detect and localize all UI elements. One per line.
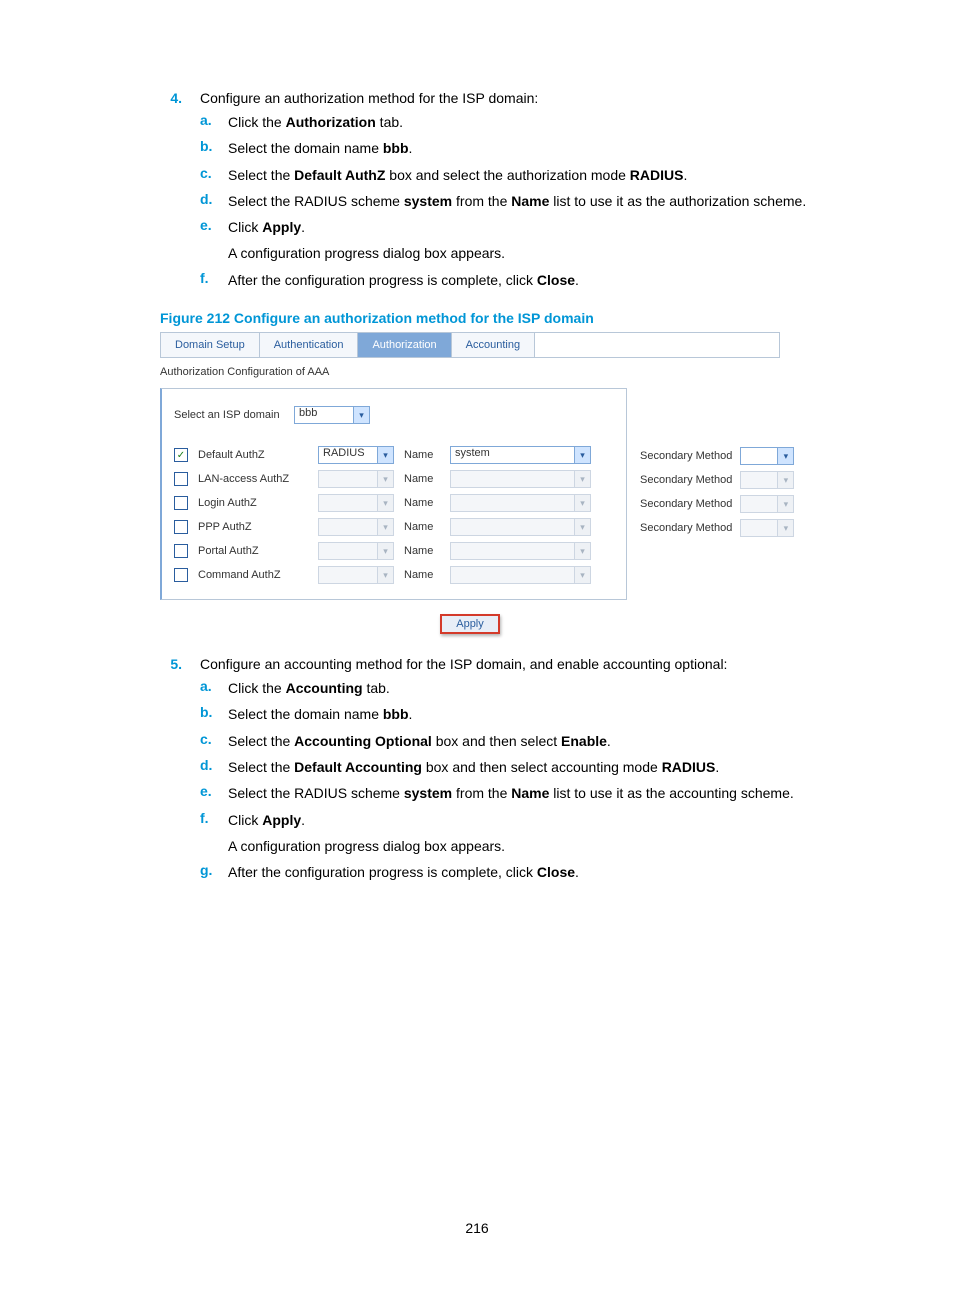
secondary-label-0: Secondary Method [640,450,732,462]
mode-select-2 [318,494,378,512]
authz-label-5: Command AuthZ [198,569,308,581]
name-select-0[interactable]: system [450,446,575,464]
subtitle: Authorization Configuration of AAA [160,366,780,378]
s5e: Select the RADIUS scheme system from the… [228,783,859,803]
s4a-m: a. [200,112,228,132]
name-select-3 [450,518,575,536]
s5g: After the configuration progress is comp… [228,862,859,882]
secondary-select-0[interactable] [740,447,778,465]
mode-select-3 [318,518,378,536]
s5b: Select the domain name bbb. [228,704,859,724]
tab-accounting[interactable]: Accounting [452,333,535,357]
chevron-down-icon: ▾ [575,518,591,536]
chevron-down-icon: ▾ [778,519,794,537]
tab-blank [535,333,779,357]
mode-select-0[interactable]: RADIUS [318,446,378,464]
name-label-4: Name [404,545,440,557]
chevron-down-icon: ▾ [378,566,394,584]
authz-label-1: LAN-access AuthZ [198,473,308,485]
secondary-select-3 [740,519,778,537]
chevron-down-icon: ▾ [575,470,591,488]
name-label-1: Name [404,473,440,485]
s5d-m: d. [200,757,228,777]
select-domain-label: Select an ISP domain [174,409,284,421]
chevron-down-icon: ▾ [378,470,394,488]
name-select-2 [450,494,575,512]
s5f: Click Apply. [228,810,859,830]
name-label-0: Name [404,449,440,461]
secondary-select-1 [740,471,778,489]
s4f-m: f. [200,270,228,290]
s5g-m: g. [200,862,228,882]
s4e: Click Apply. [228,217,859,237]
s4c: Select the Default AuthZ box and select … [228,165,859,185]
s4b-m: b. [200,138,228,158]
chevron-down-icon[interactable]: ▾ [354,406,370,424]
s4c-m: c. [200,165,228,185]
s5f-sub: A configuration progress dialog box appe… [200,836,859,856]
step-4-marker: 4. [95,90,200,296]
chevron-down-icon: ▾ [575,494,591,512]
chevron-down-icon: ▾ [378,542,394,560]
s5a-m: a. [200,678,228,698]
s4d: Select the RADIUS scheme system from the… [228,191,859,211]
checkbox-3[interactable] [174,520,188,534]
name-label-3: Name [404,521,440,533]
chevron-down-icon[interactable]: ▾ [575,446,591,464]
chevron-down-icon: ▾ [778,471,794,489]
s5c: Select the Accounting Optional box and t… [228,731,859,751]
secondary-select-2 [740,495,778,513]
s4e-sub: A configuration progress dialog box appe… [200,243,859,263]
checkbox-2[interactable] [174,496,188,510]
authz-label-4: Portal AuthZ [198,545,308,557]
authz-label-2: Login AuthZ [198,497,308,509]
mode-select-4 [318,542,378,560]
s5c-m: c. [200,731,228,751]
step-5-intro: Configure an accounting method for the I… [200,656,859,672]
s4f: After the configuration progress is comp… [228,270,859,290]
s5e-m: e. [200,783,228,803]
s4b: Select the domain name bbb. [228,138,859,158]
step-5-marker: 5. [95,656,200,888]
chevron-down-icon: ▾ [575,542,591,560]
checkbox-1[interactable] [174,472,188,486]
name-select-5 [450,566,575,584]
secondary-label-2: Secondary Method [640,498,732,510]
name-select-4 [450,542,575,560]
s4a: Click the Authorization tab. [228,112,859,132]
mode-select-1 [318,470,378,488]
apply-button[interactable]: Apply [440,614,500,634]
page-number: 216 [0,1220,954,1236]
checkbox-0[interactable] [174,448,188,462]
chevron-down-icon: ▾ [378,518,394,536]
name-label-5: Name [404,569,440,581]
s4d-m: d. [200,191,228,211]
figure-caption: Figure 212 Configure an authorization me… [160,310,859,326]
chevron-down-icon[interactable]: ▾ [378,446,394,464]
authz-label-0: Default AuthZ [198,449,308,461]
step-4-intro: Configure an authorization method for th… [200,90,859,106]
chevron-down-icon: ▾ [778,495,794,513]
name-select-1 [450,470,575,488]
mode-select-5 [318,566,378,584]
name-label-2: Name [404,497,440,509]
checkbox-5[interactable] [174,568,188,582]
secondary-label-3: Secondary Method [640,522,732,534]
screenshot: Domain Setup Authentication Authorizatio… [160,332,780,634]
s5a: Click the Accounting tab. [228,678,859,698]
chevron-down-icon: ▾ [575,566,591,584]
tab-domain-setup[interactable]: Domain Setup [161,333,260,357]
domain-select[interactable]: bbb [294,406,354,424]
chevron-down-icon[interactable]: ▾ [778,447,794,465]
s5b-m: b. [200,704,228,724]
checkbox-4[interactable] [174,544,188,558]
s5f-m: f. [200,810,228,830]
tab-authorization[interactable]: Authorization [358,333,451,357]
secondary-label-1: Secondary Method [640,474,732,486]
s4e-m: e. [200,217,228,237]
chevron-down-icon: ▾ [378,494,394,512]
tab-authentication[interactable]: Authentication [260,333,359,357]
s5d: Select the Default Accounting box and th… [228,757,859,777]
authz-label-3: PPP AuthZ [198,521,308,533]
